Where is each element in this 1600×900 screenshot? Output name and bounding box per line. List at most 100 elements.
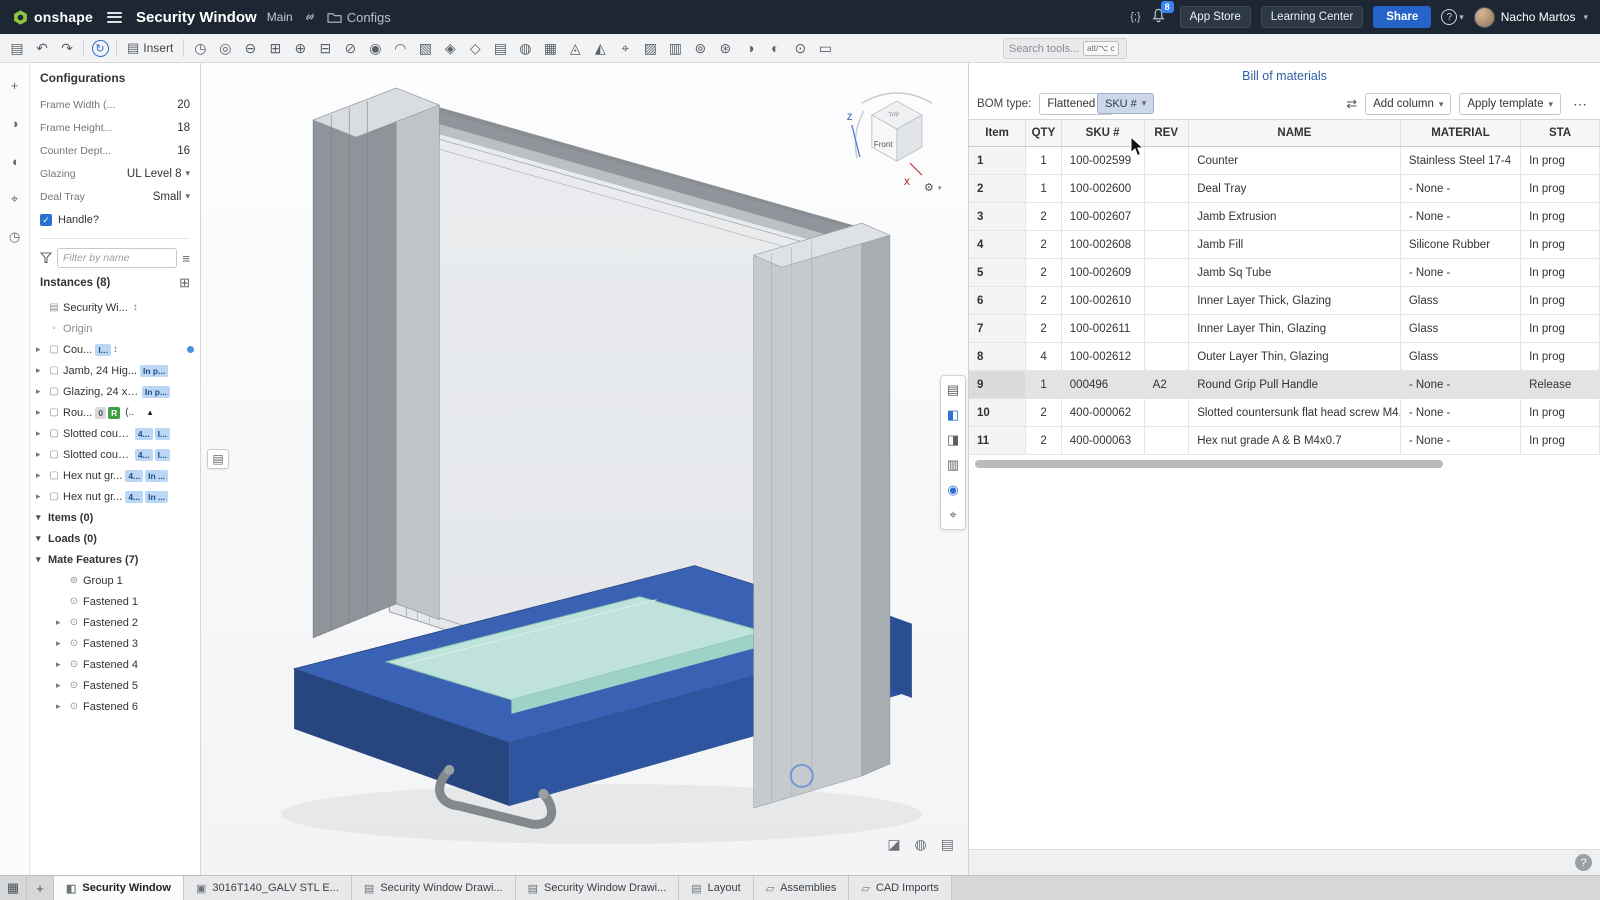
configs-folder[interactable]: Configs — [327, 10, 391, 25]
column-header[interactable]: QTY — [1026, 120, 1062, 146]
cell-item[interactable]: 3 — [969, 203, 1026, 231]
apply-template-dropdown[interactable]: Apply template ▾ — [1459, 93, 1561, 115]
config-value-input[interactable]: 16 — [177, 145, 190, 157]
cell-sku[interactable]: 100-002609 — [1062, 259, 1145, 287]
table-row[interactable]: 7 2 100-002611 Inner Layer Thin, Glazing… — [969, 315, 1600, 343]
column-header[interactable]: Item — [969, 120, 1026, 146]
chevron-right-icon[interactable] — [56, 638, 67, 649]
tool-icon[interactable]: ▥ — [663, 37, 687, 60]
cell-qty[interactable]: 2 — [1026, 427, 1061, 455]
redo-button[interactable]: ↷ — [55, 37, 79, 60]
cell-rev[interactable] — [1145, 175, 1190, 203]
cell-material[interactable]: - None - — [1401, 259, 1521, 287]
feature-list-toggle-icon[interactable]: ▤ — [5, 37, 29, 60]
chevron-right-icon[interactable] — [36, 428, 47, 439]
chevron-right-icon[interactable] — [36, 491, 47, 502]
cell-sku[interactable]: 100-002610 — [1062, 287, 1145, 315]
cell-qty[interactable]: 2 — [1026, 399, 1061, 427]
tool-icon[interactable]: ▨ — [638, 37, 662, 60]
help-button[interactable]: ? — [1575, 854, 1592, 871]
tree-item-security-window[interactable]: ▤ Security Wi... ↕ ▲ — [30, 297, 200, 318]
tab-security-window-drawing-2[interactable]: ▤ Security Window Drawi... — [516, 876, 680, 900]
cell-material[interactable]: - None - — [1401, 175, 1521, 203]
column-header[interactable]: NAME — [1189, 120, 1401, 146]
tool-icon[interactable]: ⊟ — [313, 37, 337, 60]
cell-rev[interactable] — [1145, 427, 1190, 455]
cell-sku[interactable]: 100-002612 — [1062, 343, 1145, 371]
cell-name[interactable]: Jamb Extrusion — [1189, 203, 1401, 231]
add-column-dropdown[interactable]: Add column ▾ — [1365, 93, 1451, 115]
checkbox-checked-icon[interactable]: ✓ — [40, 214, 52, 226]
app-store-button[interactable]: App Store — [1180, 6, 1251, 28]
mate-features-section-header[interactable]: Mate Features (7) — [30, 549, 200, 570]
tab-3016t140[interactable]: ▣ 3016T140_GALV STL E... — [184, 876, 352, 900]
cell-item[interactable]: 1 — [969, 147, 1026, 175]
tree-item-origin[interactable]: ◦ Origin ↕ ▲ — [30, 318, 200, 339]
cell-sku[interactable]: 000496 — [1062, 371, 1145, 399]
branch-label[interactable]: Main — [267, 10, 293, 24]
tool-icon[interactable]: ◎ — [213, 37, 237, 60]
cell-material[interactable]: - None - — [1401, 427, 1521, 455]
cell-qty[interactable]: 2 — [1026, 231, 1061, 259]
main-menu-icon[interactable] — [107, 12, 122, 23]
tool-icon[interactable]: ◠ — [388, 37, 412, 60]
mate-connector-icon[interactable]: ↕ — [133, 302, 138, 313]
cell-state[interactable]: In prog — [1521, 259, 1600, 287]
mate-feature-fastened-4[interactable]: ⊙ Fastened 4 — [30, 654, 200, 675]
tool-icon[interactable]: ◉ — [363, 37, 387, 60]
cell-qty[interactable]: 2 — [1026, 203, 1061, 231]
cell-name[interactable]: Hex nut grade A & B M4x0.7 — [1189, 427, 1401, 455]
tool-icon[interactable]: ⊚ — [688, 37, 712, 60]
table-row[interactable]: 11 2 400-000063 Hex nut grade A & B M4x0… — [969, 427, 1600, 455]
tool-icon[interactable]: ◇ — [463, 37, 487, 60]
cell-material[interactable]: Glass — [1401, 315, 1521, 343]
tool-icon[interactable]: ▭ — [813, 37, 837, 60]
cell-rev[interactable] — [1145, 147, 1190, 175]
mate-feature-fastened-1[interactable]: ⊙ Fastened 1 — [30, 591, 200, 612]
user-menu[interactable]: Nacho Martos ▾ — [1474, 7, 1588, 28]
security-window-model[interactable]: Top Front Z X ⚙ ▾ — [201, 63, 968, 875]
chevron-right-icon[interactable] — [36, 449, 47, 460]
tab-security-window-drawing-1[interactable]: ▤ Security Window Drawi... — [352, 876, 516, 900]
viewport-option-icon[interactable]: ◍ — [915, 836, 927, 853]
chevron-right-icon[interactable] — [36, 386, 47, 397]
tree-item-hex-nut-2[interactable]: ▢ Hex nut gr... 4...In ... ↕ ▲ — [30, 486, 200, 507]
cell-qty[interactable]: 1 — [1026, 175, 1061, 203]
view-tool-icon[interactable]: ▥ — [942, 454, 964, 476]
cell-material[interactable]: Stainless Steel 17-4 — [1401, 147, 1521, 175]
cell-state[interactable]: In prog — [1521, 343, 1600, 371]
mate-feature-fastened-6[interactable]: ⊙ Fastened 6 — [30, 696, 200, 717]
cell-sku[interactable]: 400-000063 — [1062, 427, 1145, 455]
tool-icon[interactable]: ▤ — [488, 37, 512, 60]
chevron-right-icon[interactable] — [56, 659, 67, 670]
cell-qty[interactable]: 1 — [1026, 371, 1061, 399]
chevron-right-icon[interactable] — [36, 344, 47, 355]
cell-name[interactable]: Slotted countersunk flat head screw M4..… — [1189, 399, 1401, 427]
loads-section-header[interactable]: Loads (0) — [30, 528, 200, 549]
config-select-dropdown[interactable]: Small ▾ — [153, 191, 190, 203]
table-row[interactable]: 1 1 100-002599 Counter Stainless Steel 1… — [969, 147, 1600, 175]
tool-icon[interactable]: ◈ — [438, 37, 462, 60]
view-tool-icon[interactable]: ◨ — [942, 429, 964, 451]
link-icon[interactable] — [303, 10, 317, 24]
tool-icon[interactable]: ◷ — [188, 37, 212, 60]
table-row[interactable]: 6 2 100-002610 Inner Layer Thick, Glazin… — [969, 287, 1600, 315]
undo-button[interactable]: ↶ — [30, 37, 54, 60]
rail-icon[interactable]: ◷ — [5, 227, 25, 247]
config-value-input[interactable]: 20 — [177, 99, 190, 111]
sku-column-tooltip[interactable]: SKU # ▾ — [1097, 93, 1154, 114]
tree-item-counter[interactable]: ▢ Cou... I... ↕ ▲ — [30, 339, 200, 360]
cell-state[interactable]: Release — [1521, 371, 1600, 399]
tool-icon[interactable]: ◍ — [513, 37, 537, 60]
tree-item-hex-nut-1[interactable]: ▢ Hex nut gr... 4...In ... ↕ ▲ — [30, 465, 200, 486]
viewport-list-flyout-button[interactable]: ▤ — [207, 449, 229, 469]
viewport-option-icon[interactable]: ◪ — [887, 836, 900, 853]
chevron-right-icon[interactable] — [36, 365, 47, 376]
cell-item[interactable]: 6 — [969, 287, 1026, 315]
chevron-right-icon[interactable] — [56, 680, 67, 691]
dev-tools-icon[interactable]: {;} — [1130, 11, 1140, 23]
notifications-button[interactable]: 8 — [1151, 8, 1166, 26]
tool-icon[interactable]: ▧ — [413, 37, 437, 60]
mate-feature-fastened-3[interactable]: ⊙ Fastened 3 — [30, 633, 200, 654]
cell-material[interactable]: - None - — [1401, 399, 1521, 427]
